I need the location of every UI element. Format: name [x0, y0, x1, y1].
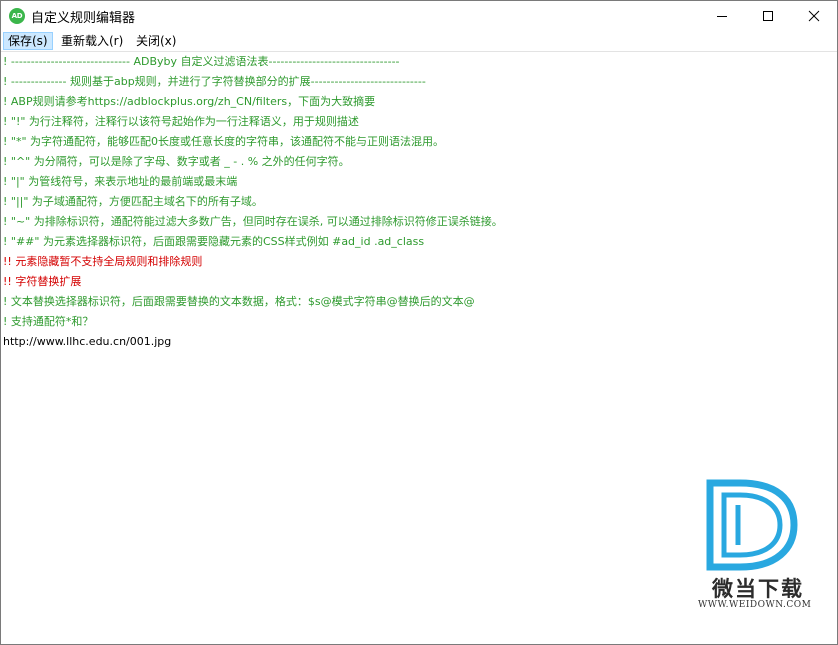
- minimize-button[interactable]: [699, 1, 745, 31]
- menu-bar: 保存(s) 重新载入(r) 关闭(x): [1, 31, 837, 51]
- editor-line: ! 支持通配符*和？: [3, 315, 94, 328]
- close-button[interactable]: [791, 1, 837, 31]
- editor-line: ! ABP规则请参考https://adblockplus.org/zh_CN/…: [3, 95, 376, 108]
- menu-save[interactable]: 保存(s): [3, 32, 53, 50]
- editor-line: !! 字符替换扩展: [3, 275, 82, 288]
- app-icon: AD: [9, 8, 25, 24]
- editor-line: ! "^" 为分隔符，可以是除了字母、数字或者 _ - . % 之外的任何字符。: [3, 155, 350, 168]
- maximize-icon: [763, 11, 773, 21]
- menu-close[interactable]: 关闭(x): [132, 32, 180, 50]
- minimize-icon: [717, 16, 727, 17]
- menu-reload[interactable]: 重新载入(r): [57, 32, 127, 50]
- editor-line: ! "*" 为字符通配符，能够匹配0长度或任意长度的字符串，该通配符不能与正则语…: [3, 135, 445, 148]
- editor-line: !! 元素隐藏暂不支持全局规则和排除规则: [3, 255, 203, 268]
- weidown-watermark: 微当下载 WWW.WEIDOWN.COM: [698, 479, 814, 619]
- editor-line: ! "~" 为排除标识符，通配符能过滤大多数广告，但同时存在误杀, 可以通过排除…: [3, 215, 503, 228]
- editor-line: ! "||" 为子域通配符，方便匹配主域名下的所有子域。: [3, 195, 263, 208]
- watermark-url: WWW.WEIDOWN.COM: [698, 600, 812, 610]
- title-bar[interactable]: AD 自定义规则编辑器: [1, 1, 837, 31]
- editor-window: AD 自定义规则编辑器 保存(s) 重新载入(r) 关闭(x) ! ------…: [0, 0, 838, 645]
- editor-line: ! 文本替换选择器标识符，后面跟需要替换的文本数据，格式：$s@模式字符串@替换…: [3, 295, 475, 308]
- editor-line: ! ------------------------------ ADByby …: [3, 55, 400, 68]
- maximize-button[interactable]: [745, 1, 791, 31]
- window-title: 自定义规则编辑器: [31, 11, 136, 26]
- watermark-name: 微当下载: [712, 577, 804, 601]
- editor-line: ! -------------- 规则基于abp规则，并进行了字符替换部分的扩展…: [3, 75, 426, 88]
- editor-line: http://www.llhc.edu.cn/001.jpg: [3, 335, 172, 348]
- weidown-d-logo: [706, 479, 798, 571]
- editor-line: ! "|" 为管线符号，来表示地址的最前端或最末端: [3, 175, 238, 188]
- editor-line: ! "!" 为行注释符，注释行以该符号起始作为一行注释语义，用于规则描述: [3, 115, 359, 128]
- editor-line: ! "##" 为元素选择器标识符，后面跟需要隐藏元素的CSS样式例如 #ad_i…: [3, 235, 425, 248]
- close-icon: [808, 10, 820, 22]
